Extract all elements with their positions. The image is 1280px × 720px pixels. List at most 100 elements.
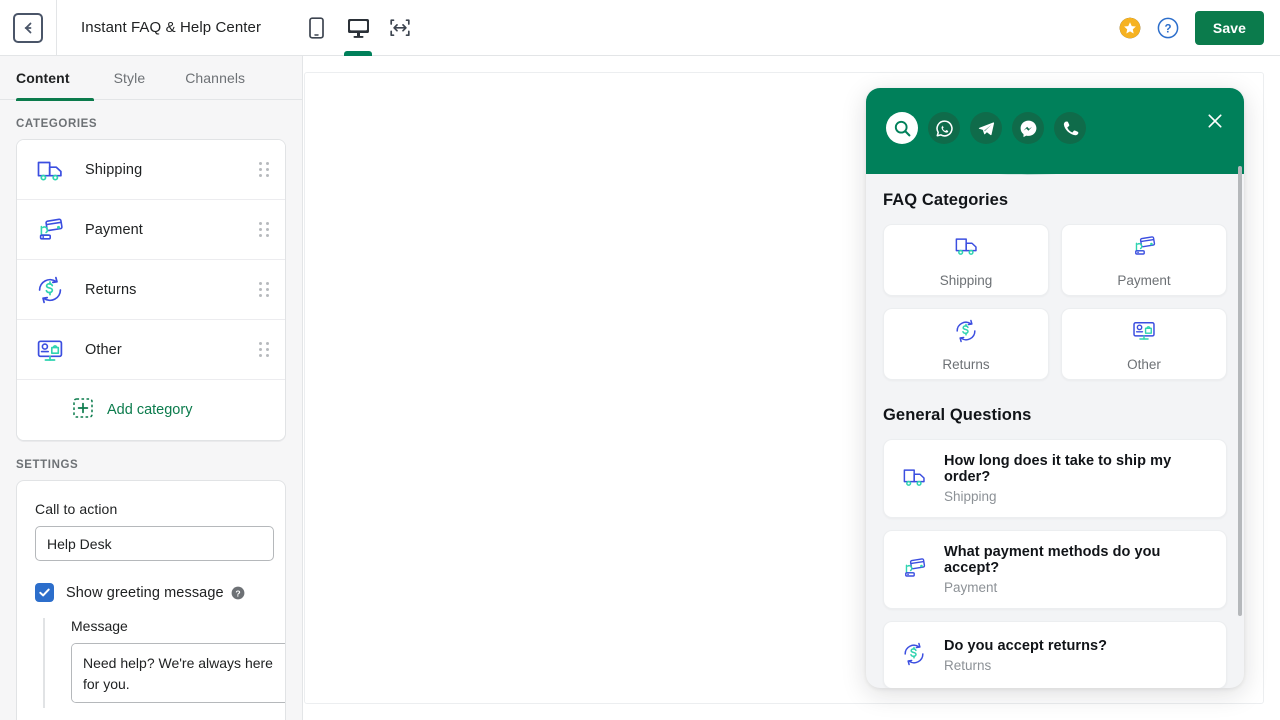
categories-section-label: CATEGORIES	[16, 118, 98, 130]
question-item[interactable]: What payment methods do you accept? Paym…	[883, 530, 1227, 609]
sidebar-item-label: Shipping	[85, 161, 143, 178]
save-button[interactable]: Save	[1194, 10, 1264, 45]
tab-channels[interactable]: Channels	[165, 56, 265, 100]
drag-handle[interactable]	[259, 221, 271, 238]
svg-text:?: ?	[235, 588, 240, 598]
message-label: Message	[71, 618, 128, 634]
sidebar-tabs: Content Style Channels	[0, 56, 302, 101]
search-icon	[894, 120, 910, 136]
whatsapp-icon	[935, 119, 953, 137]
refund-cycle-icon	[899, 640, 929, 670]
credit-card-hand-icon	[33, 213, 67, 247]
faq-category-payment[interactable]: Payment	[1061, 224, 1227, 296]
general-questions-list: How long does it take to ship my order? …	[883, 439, 1227, 688]
sidebar-item-label: Payment	[85, 221, 143, 238]
tab-content[interactable]: Content	[16, 56, 94, 101]
question-title: How long does it take to ship my order?	[944, 453, 1172, 485]
widget-close-button[interactable]	[1204, 110, 1226, 132]
question-title: Do you accept returns?	[944, 637, 1108, 654]
faq-category-other[interactable]: Other	[1061, 308, 1227, 380]
categories-card: Shipping Payment Returns Other Add categ…	[16, 139, 286, 441]
svg-text:?: ?	[1164, 23, 1171, 35]
channel-whatsapp-button[interactable]	[928, 112, 960, 144]
drag-handle[interactable]	[259, 341, 271, 358]
topbar-divider	[56, 0, 57, 56]
message-textarea[interactable]	[71, 643, 285, 703]
sidebar: Content Style Channels CATEGORIES Shippi…	[0, 56, 303, 720]
faq-category-shipping[interactable]: Shipping	[883, 224, 1049, 296]
help-button[interactable]: ?	[1157, 17, 1179, 39]
device-tab-indicator	[344, 51, 372, 56]
question-item[interactable]: How long does it take to ship my order? …	[883, 439, 1227, 518]
device-tab-desktop[interactable]	[344, 0, 372, 56]
star-button[interactable]	[1119, 17, 1141, 39]
faq-category-label: Payment	[1117, 272, 1171, 288]
faq-category-label: Shipping	[939, 272, 993, 288]
call-to-action-input[interactable]	[35, 526, 274, 561]
truck-icon	[899, 464, 929, 494]
general-questions-title: General Questions	[883, 406, 1032, 424]
refund-cycle-icon	[951, 317, 981, 350]
widget-scrollbar[interactable]	[1238, 166, 1242, 616]
help-circle-icon: ?	[1157, 17, 1179, 38]
monitor-bag-icon	[33, 333, 67, 367]
channel-search-button[interactable]	[886, 112, 918, 144]
call-to-action-label: Call to action	[35, 501, 118, 517]
question-mark-icon[interactable]: ?	[231, 586, 245, 600]
faq-widget-preview: FAQ Categories Shipping Payment Returns …	[866, 88, 1244, 688]
device-preview-switcher	[303, 0, 413, 56]
faq-category-label: Returns	[942, 356, 990, 372]
greeting-message-block: Message	[43, 618, 285, 708]
question-category: Returns	[944, 657, 992, 673]
widget-body: FAQ Categories Shipping Payment Returns …	[866, 174, 1244, 688]
add-category-button[interactable]: Add category	[17, 380, 285, 440]
question-category: Payment	[944, 580, 998, 595]
sidebar-item-other[interactable]: Other	[17, 320, 285, 380]
show-greeting-row: Show greeting message ?	[35, 583, 267, 602]
app-root: Instant FAQ & Help Center ? Save Content…	[0, 0, 1280, 720]
back-button[interactable]	[13, 12, 43, 43]
close-icon	[1208, 114, 1222, 128]
channel-messenger-button[interactable]	[1012, 112, 1044, 144]
channel-phone-button[interactable]	[1054, 112, 1086, 144]
fullwidth-icon	[390, 19, 410, 37]
sidebar-item-shipping[interactable]: Shipping	[17, 140, 285, 200]
checkmark-icon	[39, 588, 50, 597]
refund-cycle-icon	[33, 273, 67, 307]
widget-header-curve	[866, 144, 1244, 175]
channel-telegram-button[interactable]	[970, 112, 1002, 144]
settings-card: Call to action Show greeting message ?	[16, 480, 286, 720]
sidebar-item-label: Returns	[85, 281, 137, 298]
tab-label: Content	[16, 70, 70, 86]
messenger-icon	[1020, 120, 1036, 137]
credit-card-hand-icon	[899, 555, 929, 585]
tab-style[interactable]: Style	[94, 56, 166, 100]
sidebar-item-returns[interactable]: Returns	[17, 260, 285, 320]
phone-icon	[1063, 120, 1078, 135]
question-item[interactable]: Do you accept returns? Returns	[883, 621, 1227, 688]
tab-label: Style	[113, 70, 146, 86]
desktop-icon	[347, 19, 369, 38]
device-tab-mobile[interactable]	[303, 0, 329, 56]
sidebar-item-payment[interactable]: Payment	[17, 200, 285, 260]
tab-label: Channels	[185, 70, 246, 86]
truck-icon	[33, 153, 67, 187]
settings-section-label: SETTINGS	[16, 459, 79, 471]
mobile-icon	[308, 17, 324, 39]
add-category-label: Add category	[107, 402, 193, 418]
drag-handle[interactable]	[259, 281, 271, 298]
drag-handle[interactable]	[259, 161, 271, 178]
back-arrow-icon	[24, 22, 32, 33]
truck-icon	[951, 233, 981, 266]
faq-category-returns[interactable]: Returns	[883, 308, 1049, 380]
add-plus-dashed-icon	[73, 397, 93, 423]
top-bar: Instant FAQ & Help Center ? Save	[0, 0, 1280, 56]
question-title: What payment methods do you accept?	[944, 544, 1161, 576]
device-tab-fullwidth[interactable]	[387, 0, 413, 56]
faq-categories-grid: Shipping Payment Returns Other	[883, 224, 1227, 380]
widget-channel-buttons	[886, 112, 1086, 144]
page-title: Instant FAQ & Help Center	[81, 19, 262, 36]
telegram-icon	[978, 121, 994, 135]
show-greeting-checkbox[interactable]	[35, 583, 54, 602]
star-icon	[1119, 17, 1141, 38]
